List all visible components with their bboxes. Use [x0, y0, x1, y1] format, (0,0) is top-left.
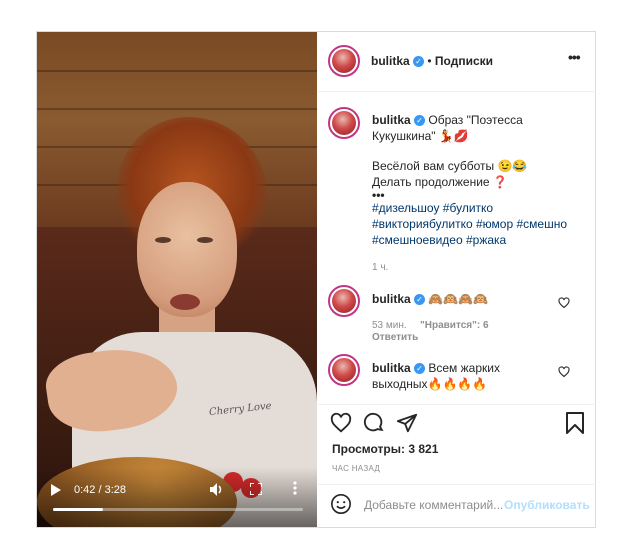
post-time[interactable]: ЧАС НАЗАД: [332, 464, 380, 473]
eye-left: [155, 237, 171, 243]
comment-like-icon[interactable]: [558, 296, 570, 309]
emoji-icon[interactable]: [330, 493, 352, 520]
post-header: bulitka ✓ • Подписки •••: [318, 32, 596, 92]
post-panel: bulitka ✓ • Подписки ••• bulitka ✓ Образ…: [318, 32, 596, 527]
caption: bulitka ✓ Образ "Поэтесса Кукушкина" 💃💋 …: [372, 112, 587, 276]
hashtag[interactable]: #смешно: [516, 217, 567, 231]
comment: bulitka ✓ Всем жарких выходных🔥🔥🔥🔥: [372, 360, 562, 392]
hashtag[interactable]: #викториябулитко: [372, 217, 473, 231]
mouth: [170, 294, 200, 310]
comment-likes[interactable]: "Нравится": 6: [420, 320, 489, 331]
caption-line2: Кукушкина" 💃💋: [372, 129, 469, 143]
caption-line4: Делать продолжение ❓: [372, 175, 508, 189]
comment-text: 🙈🙉🙈🙉: [428, 292, 489, 306]
comment-input[interactable]: Добавьте комментарий...: [364, 498, 503, 512]
comment-username[interactable]: bulitka: [372, 361, 411, 375]
comment-text: Всем жарких: [428, 361, 500, 375]
header-username[interactable]: bulitka: [371, 54, 410, 68]
comment-text: выходных🔥🔥🔥🔥: [372, 377, 488, 391]
comment-like-icon[interactable]: [558, 365, 570, 378]
post-card: Cherry Love 0:42 / 3:28 bulitka ✓ • Подп…: [36, 31, 596, 528]
eye-right: [197, 237, 213, 243]
header-bullet: •: [427, 54, 432, 68]
publish-button[interactable]: Опубликовать: [504, 498, 590, 512]
comment-avatar[interactable]: [328, 354, 360, 386]
comment-icon[interactable]: [363, 412, 385, 439]
video-more-icon[interactable]: [293, 481, 297, 498]
caption-avatar[interactable]: [328, 107, 360, 139]
caption-username[interactable]: bulitka: [372, 113, 411, 127]
comment-username[interactable]: bulitka: [372, 292, 411, 306]
views-count[interactable]: Просмотры: 3 821: [332, 442, 438, 456]
comment-avatar[interactable]: [328, 285, 360, 317]
fullscreen-icon[interactable]: [249, 482, 263, 498]
video-controls-bar: [37, 467, 317, 527]
hashtag[interactable]: #дизельшоу: [372, 201, 439, 215]
caption-time[interactable]: 1 ч.: [372, 260, 587, 276]
divider: [318, 404, 596, 405]
hashtag[interactable]: #смешноевидео: [372, 233, 463, 247]
video-player[interactable]: Cherry Love 0:42 / 3:28: [37, 32, 317, 527]
caption-line1: Образ "Поэтесса: [428, 113, 523, 127]
save-icon[interactable]: [565, 412, 585, 439]
verified-icon: ✓: [414, 363, 426, 375]
follow-status[interactable]: Подписки: [435, 54, 493, 68]
video-time: 0:42 / 3:28: [74, 484, 126, 496]
comment: bulitka ✓ 🙈🙉🙈🙉 53 мин. "Нравится": 6 Отв…: [372, 291, 562, 344]
video-progress[interactable]: [53, 508, 303, 511]
verified-icon: ✓: [413, 56, 425, 68]
hashtag[interactable]: #булитко: [443, 201, 493, 215]
play-icon[interactable]: [51, 484, 61, 499]
video-progress-fill: [53, 508, 103, 511]
hashtag[interactable]: #юмор: [476, 217, 513, 231]
volume-icon[interactable]: [210, 483, 224, 499]
comment-time[interactable]: 53 мин.: [372, 320, 407, 331]
caption-dots: •••: [372, 188, 385, 202]
verified-icon: ✓: [414, 294, 426, 306]
comment-reply[interactable]: Ответить: [372, 332, 562, 344]
caption-line3: Весёлой вам субботы 😉😂: [372, 159, 528, 173]
avatar[interactable]: [328, 45, 360, 77]
verified-icon: ✓: [414, 115, 426, 127]
divider: [318, 484, 596, 485]
more-options-icon[interactable]: •••: [568, 49, 581, 65]
hashtag[interactable]: #ржака: [466, 233, 506, 247]
share-icon[interactable]: [396, 412, 418, 439]
like-icon[interactable]: [330, 412, 352, 439]
